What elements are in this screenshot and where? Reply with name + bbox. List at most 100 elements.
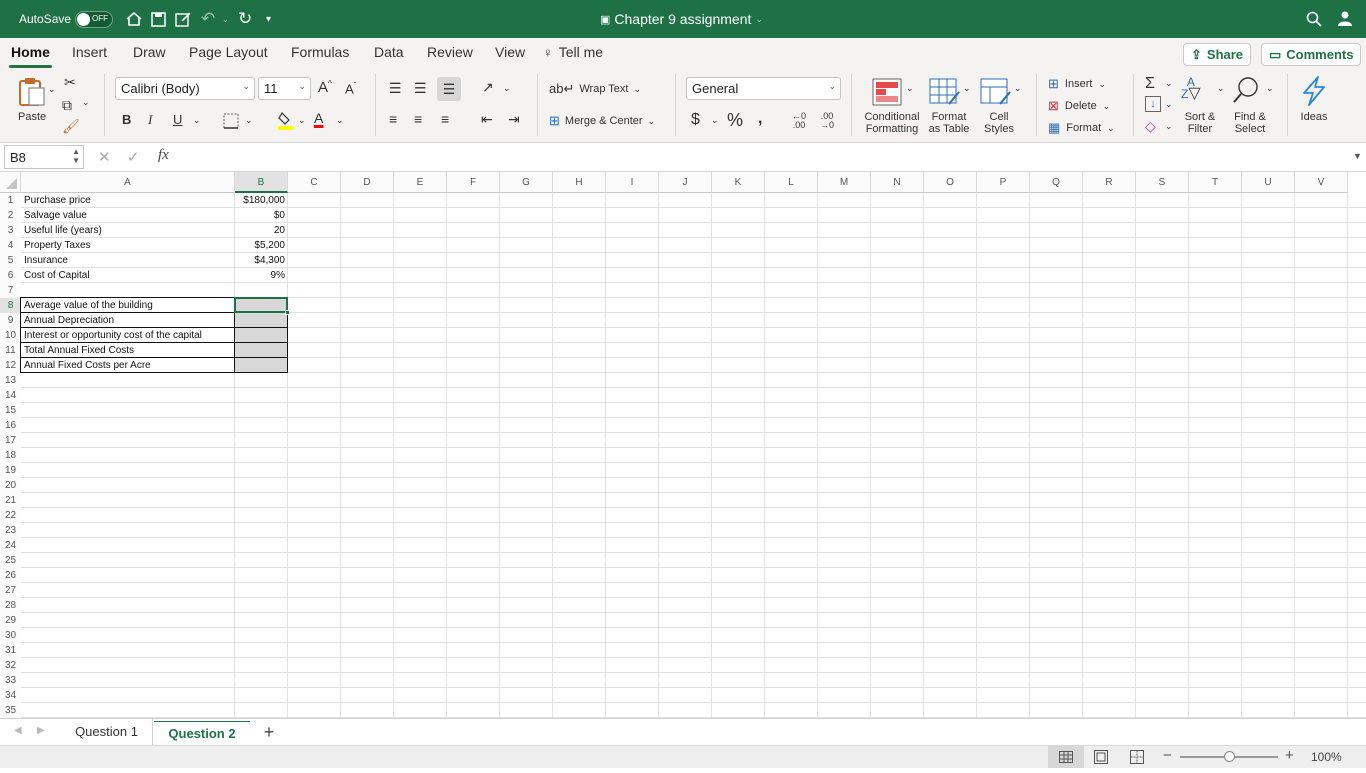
conditional-formatting-icon[interactable]: [872, 78, 902, 109]
format-as-table-icon[interactable]: [929, 78, 961, 109]
zoom-slider-thumb[interactable]: [1224, 751, 1235, 762]
cell-b6[interactable]: 9%: [238, 268, 285, 283]
row-header-20[interactable]: 20: [0, 478, 21, 493]
column-header-p[interactable]: P: [977, 172, 1030, 193]
currency-dropdown-icon[interactable]: ⌄: [711, 115, 719, 126]
increase-decimal-icon[interactable]: ←0.00: [792, 112, 806, 130]
font-name-select[interactable]: Calibri (Body) ⌄: [115, 77, 255, 100]
row-header-33[interactable]: 33: [0, 673, 21, 688]
fill-handle[interactable]: [285, 310, 290, 315]
merge-center-button[interactable]: ⊞ Merge & Center ⌄: [549, 113, 655, 129]
cell-b3[interactable]: 20: [238, 223, 285, 238]
copy-icon[interactable]: ⧉: [62, 97, 72, 114]
column-header-f[interactable]: F: [447, 172, 500, 193]
zoom-level[interactable]: 100%: [1311, 750, 1342, 764]
font-color-dropdown-icon[interactable]: ⌄: [336, 115, 344, 126]
align-right-icon[interactable]: ≡: [441, 111, 449, 127]
cell-a1[interactable]: Purchase price: [24, 193, 232, 208]
tell-me[interactable]: ♀ Tell me: [543, 44, 603, 60]
tab-home[interactable]: Home: [9, 44, 52, 68]
chevron-down-icon[interactable]: ⌄: [1266, 83, 1274, 94]
cell-a8[interactable]: Average value of the building: [24, 298, 232, 313]
scroll-right-icon[interactable]: ▶: [37, 725, 45, 736]
paste-dropdown-icon[interactable]: ⌄: [48, 84, 56, 95]
row-header-14[interactable]: 14: [0, 388, 21, 403]
row-header-9[interactable]: 9: [0, 313, 21, 328]
fill-color-icon[interactable]: [278, 110, 294, 133]
row-header-11[interactable]: 11: [0, 343, 21, 358]
row-header-21[interactable]: 21: [0, 493, 21, 508]
align-middle-icon[interactable]: ☰: [414, 80, 427, 97]
align-left-icon[interactable]: ≡: [389, 111, 397, 127]
column-header-v[interactable]: V: [1295, 172, 1348, 193]
zoom-out-button[interactable]: −: [1163, 747, 1172, 764]
cell-a11[interactable]: Total Annual Fixed Costs: [24, 343, 232, 358]
italic-button[interactable]: I: [148, 112, 152, 128]
copy-dropdown-icon[interactable]: ⌄: [82, 97, 90, 108]
row-header-6[interactable]: 6: [0, 268, 21, 283]
row-header-18[interactable]: 18: [0, 448, 21, 463]
share-button[interactable]: ⇪ Share: [1183, 43, 1252, 66]
column-header-h[interactable]: H: [553, 172, 606, 193]
zoom-in-button[interactable]: +: [1285, 747, 1294, 764]
column-header-o[interactable]: O: [924, 172, 977, 193]
tab-data[interactable]: Data: [374, 44, 404, 60]
undo-icon[interactable]: ↶: [201, 0, 215, 38]
cancel-formula-icon[interactable]: ✕: [98, 148, 111, 166]
align-bottom-icon[interactable]: ☰: [437, 77, 461, 101]
chevron-down-icon[interactable]: ⌄: [963, 83, 971, 94]
sheet-tab-question-2[interactable]: Question 2: [154, 719, 250, 745]
column-header-g[interactable]: G: [500, 172, 553, 193]
column-header-m[interactable]: M: [818, 172, 871, 193]
row-header-4[interactable]: 4: [0, 238, 21, 253]
tab-insert[interactable]: Insert: [72, 44, 107, 60]
column-header-c[interactable]: C: [288, 172, 341, 193]
cell-a2[interactable]: Salvage value: [24, 208, 232, 223]
column-header-i[interactable]: I: [606, 172, 659, 193]
find-select-icon[interactable]: [1232, 76, 1260, 107]
tab-formulas[interactable]: Formulas: [291, 44, 349, 60]
borders-icon[interactable]: [223, 113, 239, 132]
autosave-toggle[interactable]: OFF: [75, 0, 113, 38]
tab-page-layout[interactable]: Page Layout: [189, 44, 268, 60]
row-header-32[interactable]: 32: [0, 658, 21, 673]
expand-formula-icon[interactable]: ▼: [1353, 151, 1362, 161]
format-painter-icon[interactable]: 🖌: [62, 118, 80, 135]
wrap-text-button[interactable]: ab↵ Wrap Text ⌄: [549, 81, 641, 97]
input-cell-b9[interactable]: [234, 312, 288, 328]
row-header-35[interactable]: 35: [0, 703, 21, 718]
column-header-d[interactable]: D: [341, 172, 394, 193]
formula-input[interactable]: [184, 143, 1344, 171]
cell-a12[interactable]: Annual Fixed Costs per Acre: [24, 358, 232, 373]
row-header-8[interactable]: 8: [0, 298, 21, 313]
paste-icon[interactable]: [14, 76, 50, 110]
column-header-s[interactable]: S: [1136, 172, 1189, 193]
row-header-29[interactable]: 29: [0, 613, 21, 628]
enter-formula-icon[interactable]: ✓: [127, 148, 140, 166]
column-header-r[interactable]: R: [1083, 172, 1136, 193]
align-center-icon[interactable]: ≡: [414, 111, 422, 127]
delete-cells-button[interactable]: ⊠ Delete ⌄: [1048, 98, 1110, 114]
row-header-24[interactable]: 24: [0, 538, 21, 553]
select-all-corner[interactable]: [0, 172, 21, 193]
cell-b4[interactable]: $5,200: [238, 238, 285, 253]
row-header-15[interactable]: 15: [0, 403, 21, 418]
row-header-5[interactable]: 5: [0, 253, 21, 268]
cell-a4[interactable]: Property Taxes: [24, 238, 232, 253]
comments-button[interactable]: ▭ Comments: [1261, 43, 1362, 66]
row-header-19[interactable]: 19: [0, 463, 21, 478]
column-header-b[interactable]: B: [235, 172, 288, 193]
zoom-slider[interactable]: [1180, 751, 1278, 762]
currency-button[interactable]: $: [691, 111, 700, 129]
worksheet-grid[interactable]: ABCDEFGHIJKLMNOPQRSTUV 1 2 3 4 5 6 7 8 9 10 11 12 13…: [0, 172, 1366, 718]
decrease-font-icon[interactable]: Aˇ: [345, 81, 356, 96]
cut-icon[interactable]: ✂: [64, 74, 76, 91]
row-header-27[interactable]: 27: [0, 583, 21, 598]
column-header-j[interactable]: J: [659, 172, 712, 193]
orientation-icon[interactable]: ↗: [482, 79, 494, 96]
bold-button[interactable]: B: [122, 112, 131, 127]
underline-button[interactable]: U: [173, 112, 182, 127]
input-cell-b10[interactable]: [234, 327, 288, 343]
cell-a3[interactable]: Useful life (years): [24, 223, 232, 238]
column-header-t[interactable]: T: [1189, 172, 1242, 193]
